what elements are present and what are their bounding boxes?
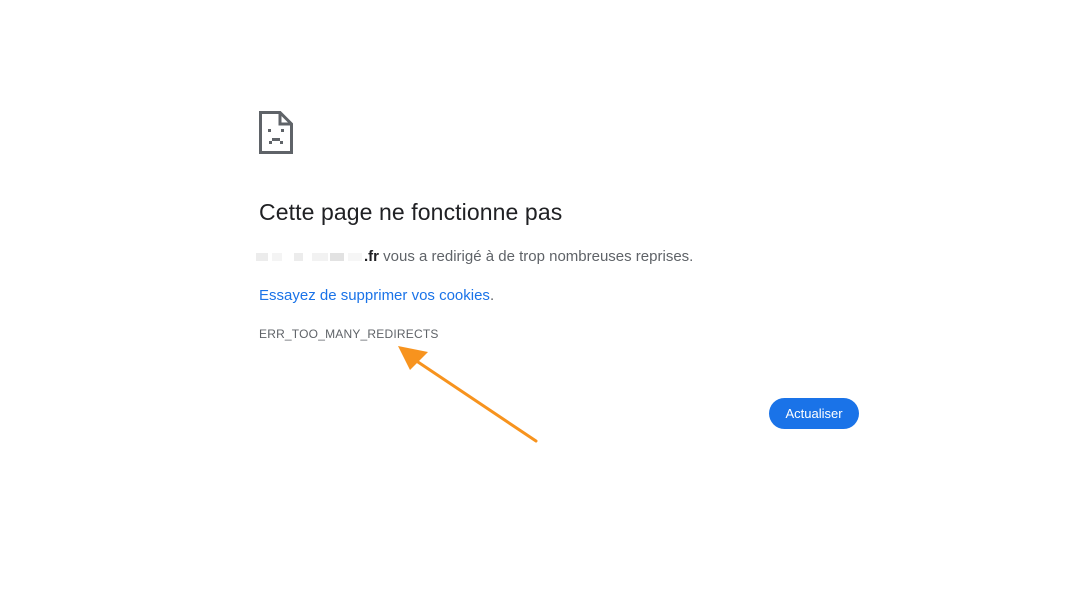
redacted-domain — [254, 250, 364, 264]
error-page: Cette page ne fonctionne pas .fr vous a … — [0, 0, 1082, 600]
message-text: vous a redirigé à de trop nombreuses rep… — [379, 248, 694, 265]
suggestion-period: . — [489, 287, 495, 304]
page-title: Cette page ne fonctionne pas — [259, 199, 563, 225]
error-message: .fr vous a redirigé à de trop nombreuses… — [254, 248, 693, 265]
annotation-arrow-icon — [398, 346, 538, 443]
sad-page-icon — [259, 111, 293, 154]
error-code: ERR_TOO_MANY_REDIRECTS — [259, 327, 439, 341]
domain-suffix: .fr — [364, 248, 379, 265]
clear-cookies-link[interactable]: Essayez de supprimer vos cookies — [259, 287, 490, 304]
reload-button[interactable]: Actualiser — [769, 398, 859, 429]
suggestion: Essayez de supprimer vos cookies. — [259, 287, 494, 304]
